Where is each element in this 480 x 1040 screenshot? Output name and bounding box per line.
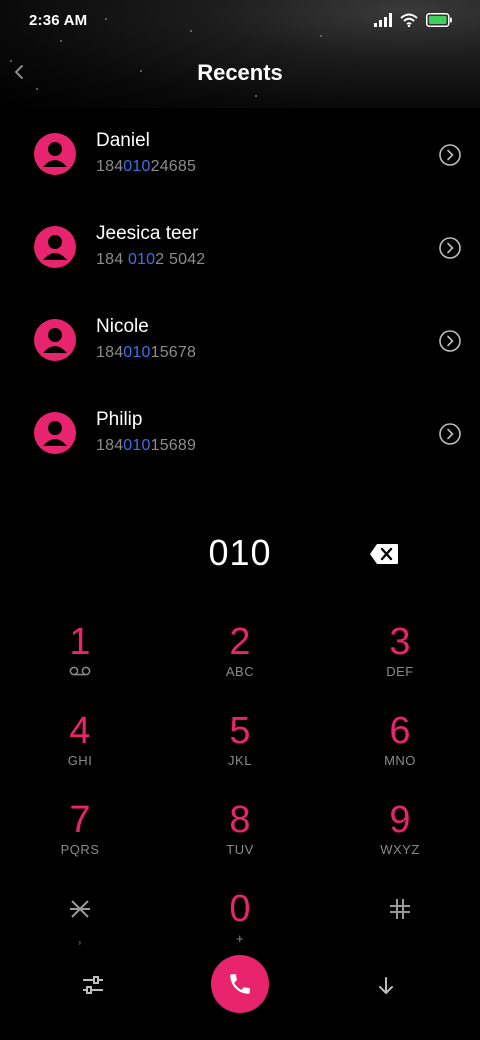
chevron-circle-right-icon (439, 423, 461, 445)
key-8[interactable]: 8 TUV (180, 800, 300, 880)
contact-number: 18401015689 (96, 437, 197, 454)
key-4[interactable]: 4 GHI (20, 711, 140, 791)
avatar-icon (34, 226, 76, 268)
contact-detail-button[interactable] (438, 422, 462, 446)
dialer-actions (0, 955, 480, 1015)
key-digit: 5 (229, 710, 251, 752)
backspace-icon (370, 544, 398, 564)
contact-row-nicole[interactable]: Nicole 18401015678 (0, 296, 480, 386)
contact-number: 18401015678 (96, 344, 197, 361)
key-letters: GHI (67, 753, 93, 768)
key-letters: WXYZ (380, 842, 420, 857)
status-bar: 2:36 AM (0, 0, 480, 44)
wifi-icon (400, 13, 418, 32)
dialer-settings-button[interactable] (81, 975, 105, 995)
dialed-number: 010 (208, 532, 272, 573)
key-digit: 7 (69, 799, 91, 841)
contact-name: Jeesica teer (96, 223, 199, 244)
key-digit: 9 (389, 799, 411, 841)
dial-display: 010 (0, 530, 480, 580)
key-7[interactable]: 7 PQRS (20, 800, 140, 880)
key-9[interactable]: 9 WXYZ (340, 800, 460, 880)
title-bar: Recents (0, 52, 480, 92)
key-letters: DEF (386, 664, 414, 679)
key-digit: 2 (229, 621, 251, 663)
chevron-circle-right-icon (439, 237, 461, 259)
contact-row-jeesica[interactable]: Jeesica teer 184 0102 5042 (0, 203, 480, 293)
key-letters: ABC (225, 664, 255, 679)
key-digit: 1 (69, 621, 91, 663)
voicemail-icon (20, 664, 140, 679)
contact-detail-button[interactable] (438, 143, 462, 167)
collapse-dialpad-button[interactable] (374, 975, 398, 997)
contact-number: 184 0102 5042 (96, 251, 206, 268)
avatar-icon (34, 133, 76, 175)
chevron-circle-right-icon (439, 330, 461, 352)
key-letters: PQRS (60, 842, 100, 857)
signal-icon (374, 13, 392, 32)
key-letters: MNO (384, 753, 416, 768)
key-letters: , (77, 931, 83, 946)
backspace-button[interactable] (369, 543, 399, 565)
key-digit: 4 (69, 710, 91, 752)
phone-icon (230, 974, 250, 994)
chevron-circle-right-icon (439, 144, 461, 166)
contact-row-daniel[interactable]: Daniel 18401024685 (0, 110, 480, 200)
page-title: Recents (197, 60, 283, 85)
contact-row-philip[interactable]: Philip 18401015689 (0, 389, 480, 479)
sliders-icon (83, 976, 103, 994)
key-digit: 0 (229, 888, 251, 930)
contact-detail-button[interactable] (438, 236, 462, 260)
contact-number: 18401024685 (96, 158, 197, 175)
arrow-down-icon (379, 977, 393, 994)
key-5[interactable]: 5 JKL (180, 711, 300, 791)
key-letters: TUV (226, 842, 254, 857)
key-1[interactable]: 1 (20, 622, 140, 702)
hash-icon (340, 889, 460, 929)
call-button[interactable] (211, 955, 269, 1013)
key-digit: 6 (389, 710, 411, 752)
key-digit: 8 (229, 799, 251, 841)
avatar-icon (34, 319, 76, 361)
key-3[interactable]: 3 DEF (340, 622, 460, 702)
contact-name: Daniel (96, 130, 150, 151)
key-letters: + (235, 931, 245, 946)
contact-name: Philip (96, 409, 143, 430)
battery-icon (426, 13, 452, 32)
contact-name: Nicole (96, 316, 149, 337)
contact-detail-button[interactable] (438, 329, 462, 353)
key-2[interactable]: 2 ABC (180, 622, 300, 702)
asterisk-icon (20, 889, 140, 929)
key-6[interactable]: 6 MNO (340, 711, 460, 791)
avatar-icon (34, 412, 76, 454)
key-letters: JKL (228, 753, 252, 768)
status-time: 2:36 AM (29, 12, 88, 29)
key-digit: 3 (389, 621, 411, 663)
